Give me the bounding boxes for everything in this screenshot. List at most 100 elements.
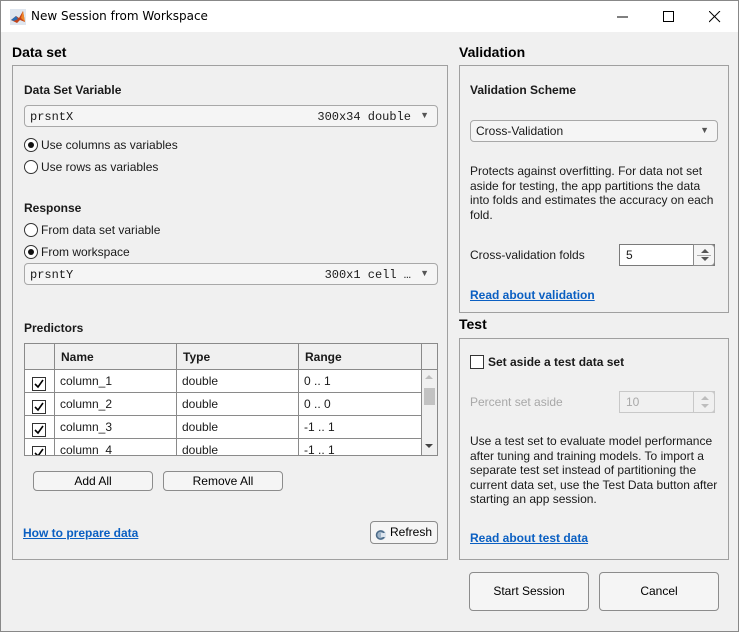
validation-section-title: Validation (459, 44, 526, 60)
response-label: Response (24, 201, 82, 215)
radio-use-columns[interactable]: Use columns as variables (24, 138, 178, 152)
folds-value: 5 (626, 248, 633, 262)
spinner-buttons[interactable] (693, 244, 715, 266)
table-row[interactable]: column_1 double 0 .. 1 (25, 370, 422, 393)
minimize-button[interactable] (600, 1, 646, 32)
row-checkbox-cell[interactable] (25, 370, 55, 393)
data-set-variable-dropdown[interactable]: prsntX 300x34 double ▼ (24, 105, 438, 127)
column-header-check[interactable] (25, 344, 55, 370)
validation-scheme-label: Validation Scheme (470, 83, 577, 97)
validation-description: Protects against overfitting. For data n… (470, 164, 714, 222)
how-to-prepare-data-link[interactable]: How to prepare data (23, 526, 138, 540)
dataset-section-title: Data set (12, 44, 67, 60)
row-range: 0 .. 0 (299, 393, 422, 416)
table-row[interactable]: column_2 double 0 .. 0 (25, 393, 422, 416)
predictors-label: Predictors (24, 321, 84, 335)
percent-set-aside-spinner: 10 (619, 391, 715, 413)
set-aside-test-checkbox-row[interactable]: Set aside a test data set (470, 355, 624, 369)
radio-from-workspace-label: From workspace (41, 245, 130, 259)
read-about-validation-link[interactable]: Read about validation (470, 288, 595, 302)
radio-use-columns-label: Use columns as variables (41, 138, 178, 152)
data-set-variable-label: Data Set Variable (24, 83, 122, 97)
row-type: double (177, 393, 299, 416)
start-session-button[interactable]: Start Session (469, 572, 589, 611)
scroll-down-arrow-icon[interactable] (425, 444, 433, 448)
close-button[interactable] (692, 1, 738, 32)
response-value: prsntY (30, 268, 74, 282)
decrement-arrow-icon[interactable] (701, 257, 709, 261)
checkbox-checked[interactable] (32, 446, 46, 455)
close-icon (709, 10, 721, 22)
test-section-title: Test (459, 316, 487, 332)
column-header-type[interactable]: Type (177, 344, 299, 370)
column-header-range[interactable]: Range (299, 344, 422, 370)
scroll-up-arrow-icon[interactable] (425, 375, 433, 379)
read-about-test-data-link[interactable]: Read about test data (470, 531, 588, 545)
column-header-name[interactable]: Name (55, 344, 177, 370)
radio-button-selected[interactable] (24, 245, 38, 259)
validation-scheme-value: Cross-Validation (476, 124, 564, 138)
cross-validation-folds-label: Cross-validation folds (470, 248, 585, 262)
row-checkbox-cell[interactable] (25, 416, 55, 439)
checkbox-checked[interactable] (32, 400, 46, 414)
checkmark-icon (34, 448, 44, 455)
test-description: Use a test set to evaluate model perform… (470, 434, 718, 506)
table-scrollbar[interactable] (422, 370, 437, 455)
row-name: column_4 (55, 439, 177, 455)
set-aside-test-checkbox[interactable] (470, 355, 484, 369)
radio-from-data-set-variable-label: From data set variable (41, 223, 161, 237)
checkbox-checked[interactable] (32, 377, 46, 391)
row-name: column_3 (55, 416, 177, 439)
add-all-button[interactable]: Add All (33, 471, 153, 491)
row-type: double (177, 439, 299, 455)
validation-scheme-dropdown[interactable]: Cross-Validation ▼ (470, 120, 718, 142)
radio-use-rows-label: Use rows as variables (41, 160, 159, 174)
chevron-down-icon: ▼ (420, 110, 429, 120)
window-title: New Session from Workspace (31, 9, 208, 23)
row-type: double (177, 416, 299, 439)
checkmark-icon (34, 379, 44, 389)
cancel-button[interactable]: Cancel (599, 572, 719, 611)
checkmark-icon (34, 425, 44, 435)
row-checkbox-cell[interactable] (25, 393, 55, 416)
scroll-thumb[interactable] (424, 388, 435, 405)
chevron-down-icon: ▼ (700, 125, 709, 135)
minimize-icon (617, 16, 628, 17)
maximize-button[interactable] (646, 1, 692, 32)
radio-button-selected[interactable] (24, 138, 38, 152)
radio-button[interactable] (24, 160, 38, 174)
checkbox-checked[interactable] (32, 423, 46, 437)
radio-button[interactable] (24, 223, 38, 237)
increment-arrow-icon (701, 396, 709, 400)
radio-from-data-set-variable[interactable]: From data set variable (24, 223, 160, 237)
refresh-icon (375, 527, 387, 540)
set-aside-test-label: Set aside a test data set (488, 355, 625, 369)
row-checkbox-cell[interactable] (25, 439, 55, 455)
checkmark-icon (34, 402, 44, 412)
row-range: -1 .. 1 (299, 439, 422, 455)
row-type: double (177, 370, 299, 393)
dialog-window: New Session from Workspace Data set Data… (0, 0, 739, 632)
row-name: column_1 (55, 370, 177, 393)
table-row[interactable]: column_3 double -1 .. 1 (25, 416, 422, 439)
data-set-variable-value: prsntX (30, 110, 74, 124)
chevron-down-icon: ▼ (420, 268, 429, 278)
row-range: 0 .. 1 (299, 370, 422, 393)
refresh-button[interactable]: Refresh (370, 521, 438, 544)
row-name: column_2 (55, 393, 177, 416)
refresh-label: Refresh (390, 525, 433, 539)
predictors-table[interactable]: Name Type Range column_1 double 0 .. 1 c… (24, 343, 438, 456)
percent-set-aside-label: Percent set aside (470, 395, 563, 409)
data-set-variable-info: 300x34 double (317, 110, 411, 124)
decrement-arrow-icon (701, 404, 709, 408)
increment-arrow-icon[interactable] (701, 249, 709, 253)
response-dropdown[interactable]: prsntY 300x1 cell … ▼ (24, 263, 438, 285)
title-bar[interactable]: New Session from Workspace (1, 1, 738, 32)
radio-from-workspace[interactable]: From workspace (24, 245, 130, 259)
remove-all-button[interactable]: Remove All (163, 471, 283, 491)
maximize-icon (663, 10, 674, 22)
table-row[interactable]: column_4 double -1 .. 1 (25, 439, 422, 455)
radio-use-rows[interactable]: Use rows as variables (24, 160, 158, 174)
cross-validation-folds-spinner[interactable]: 5 (619, 244, 715, 266)
table-header: Name Type Range (25, 344, 437, 370)
